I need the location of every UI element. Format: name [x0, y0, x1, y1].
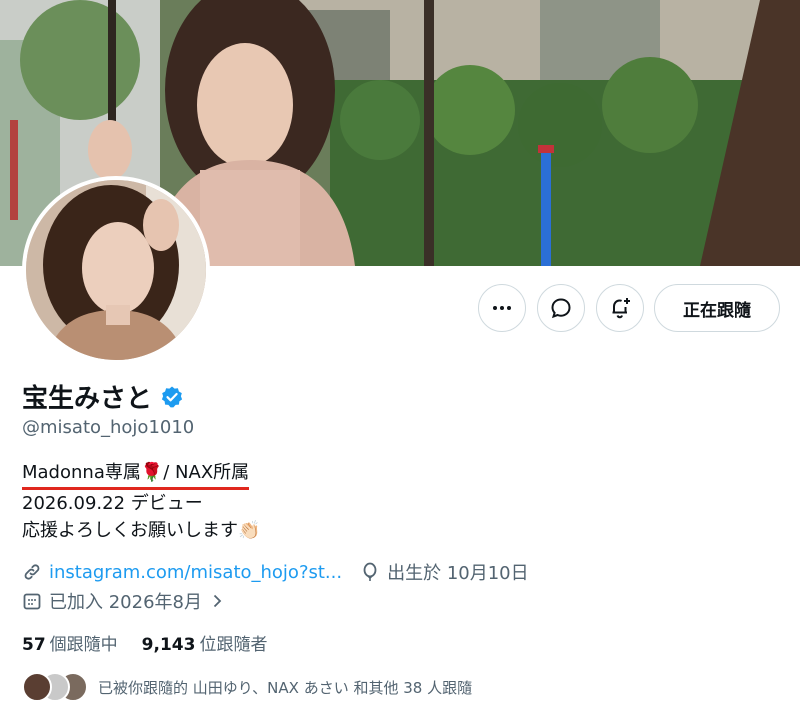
following-label: 個跟隨中: [49, 635, 118, 655]
joined-item[interactable]: 已加入 2026年8月: [22, 588, 225, 614]
followers-you-know[interactable]: 已被你跟隨的 山田ゆり、NAX あさい 和其他 38 人跟隨: [22, 672, 472, 702]
mutual-avatar: [22, 672, 52, 702]
followers-you-know-text: 已被你跟隨的 山田ゆり、NAX あさい 和其他 38 人跟隨: [98, 678, 473, 697]
more-icon: [493, 306, 511, 310]
profile-link[interactable]: instagram.com/misato_hojo?st...: [49, 562, 342, 583]
more-button[interactable]: [478, 284, 526, 332]
joined-text: 已加入 2026年8月: [49, 592, 202, 613]
profile-meta-row: instagram.com/misato_hojo?st... 出生於 10月1…: [22, 559, 529, 585]
notify-button[interactable]: [596, 284, 644, 332]
message-button[interactable]: [537, 284, 585, 332]
following-button[interactable]: 正在跟隨: [654, 284, 780, 332]
bio: Madonna専属🌹/ NAX所属 2026.09.22 デビュー 応援よろしく…: [22, 459, 260, 544]
bell-add-icon: [612, 298, 630, 319]
followers-label: 位跟隨者: [199, 635, 268, 655]
followers-count: 9,143: [141, 635, 196, 655]
bio-line: 応援よろしくお願いします👏🏻: [22, 520, 261, 541]
birthday-item: 出生於 10月10日: [360, 559, 529, 585]
chevron-right-icon: [213, 594, 222, 608]
verified-badge-icon[interactable]: [160, 385, 184, 409]
bio-line: Madonna専属🌹/ NAX所属: [22, 459, 250, 490]
birthday-text: 出生於 10月10日: [387, 563, 529, 584]
profile-link-item[interactable]: instagram.com/misato_hojo?st...: [22, 562, 342, 583]
following-count: 57: [22, 635, 46, 655]
follow-counts: 57 個跟隨中 9,143 位跟隨者: [22, 630, 267, 655]
mutual-avatars: [22, 672, 88, 702]
bio-line: 2026.09.22 デビュー: [22, 493, 203, 514]
display-name-row: 宝生みさと: [22, 378, 184, 415]
link-icon: [24, 564, 40, 580]
balloon-icon: [363, 562, 377, 581]
calendar-icon: [23, 593, 41, 610]
avatar-image: [26, 180, 206, 360]
followers-count-link[interactable]: 9,143 位跟隨者: [142, 630, 268, 655]
user-handle: @misato_hojo1010: [22, 417, 195, 438]
following-count-link[interactable]: 57 個跟隨中: [22, 630, 118, 655]
avatar[interactable]: [22, 176, 210, 364]
display-name: 宝生みさと: [22, 384, 153, 414]
message-icon: [551, 298, 571, 319]
joined-row[interactable]: 已加入 2026年8月: [22, 588, 225, 614]
